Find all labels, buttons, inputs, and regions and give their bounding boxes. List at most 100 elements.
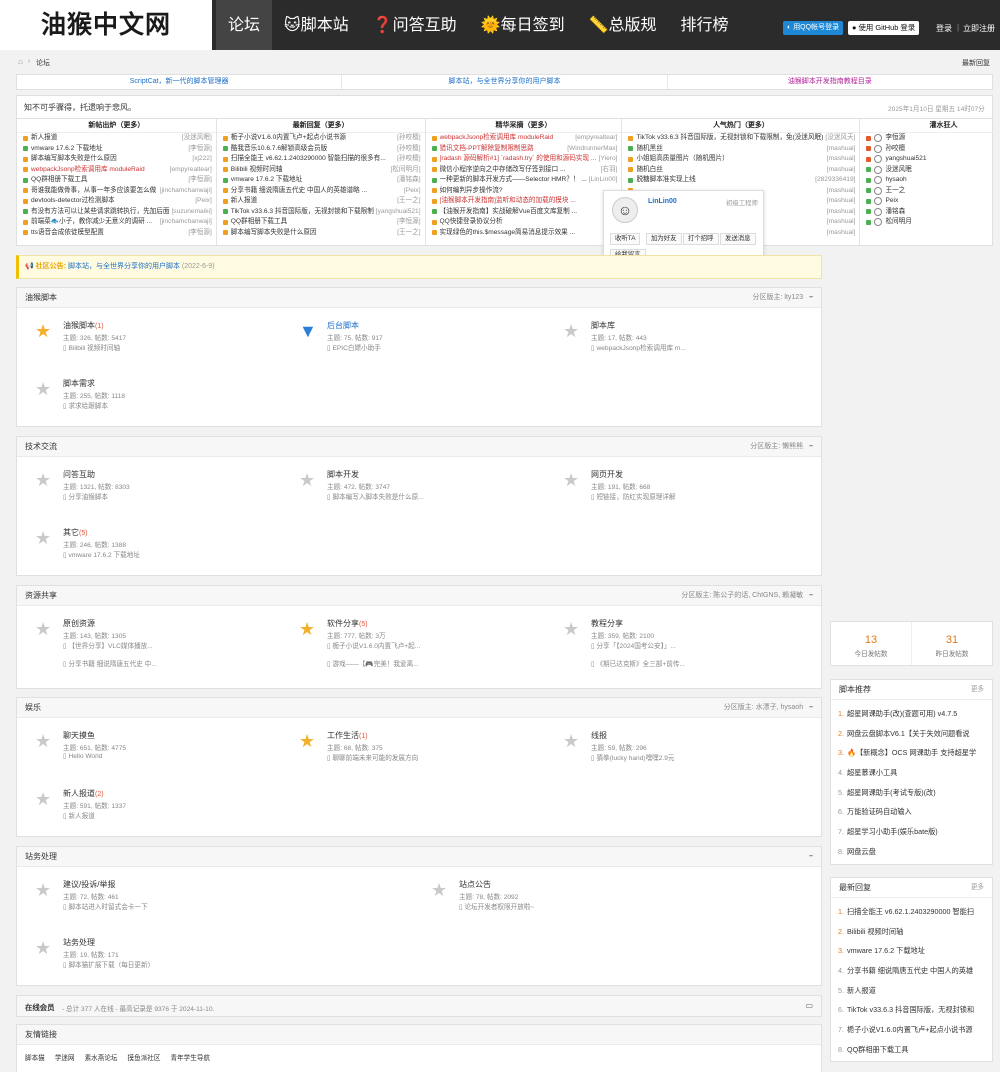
thread-author[interactable]: [empyrealtear] xyxy=(170,165,212,176)
thread-title[interactable]: 实现绿色的this.$message简易消息提示效果 ... xyxy=(440,228,616,239)
thread-row[interactable]: QQ群相册下载工具 [李恒源] xyxy=(17,175,216,186)
thread-author[interactable]: [李恒源] xyxy=(188,144,211,155)
thread-title[interactable]: tts语音会成依徒模型配置 xyxy=(31,228,186,239)
forum-name[interactable]: 建议/投诉/举报 xyxy=(63,879,115,890)
list-item-title[interactable]: 扫描全能王 v6.62.1.2403290000 智能扫 xyxy=(847,902,974,922)
thread-author[interactable]: [王一之] xyxy=(397,228,420,239)
thread-author[interactable]: [李恒源] xyxy=(188,228,211,239)
collapse-icon[interactable]: – xyxy=(809,443,813,450)
forum-name[interactable]: 脚本开发 xyxy=(327,469,359,480)
forum-last-post[interactable]: ▯ Hello World xyxy=(63,752,102,760)
thread-row[interactable]: tts语音会成依徒模型配置 [李恒源] xyxy=(17,228,216,239)
forum-last-post[interactable]: ▯ 栀子小说V1.6.0内置飞卢+起... xyxy=(327,640,420,650)
thread-author[interactable]: [孙咬檀] xyxy=(397,144,420,155)
poster-row[interactable]: yangshuai521[2帖] xyxy=(860,154,1000,165)
thread-title[interactable]: 随机黑丝 xyxy=(636,144,824,155)
list-item-title[interactable]: 万能验证码自动输入 xyxy=(847,802,912,822)
link-script-site[interactable]: 脚本站，与全世界分享你的用户脚本 xyxy=(342,75,668,89)
nav-qa[interactable]: ❓问答互助 xyxy=(361,0,469,50)
thread-row[interactable]: webpackJsonp检索调用库 moduleRaid [empyrealtea… xyxy=(426,133,622,144)
forum-last-post-2[interactable]: ▯ 分享书籍 细说隋唐五代史 中... xyxy=(63,658,157,668)
friend-link[interactable]: 脚本猫 xyxy=(25,1052,45,1062)
thread-author[interactable]: [Peix] xyxy=(404,186,421,197)
poster-name[interactable]: 松间明月 xyxy=(885,217,1000,228)
thread-author[interactable]: [LinLin00] xyxy=(589,175,618,186)
forum-entry[interactable]: ★ 脚本开发 主题: 472, 帖数: 3747 ▯ 脚本编写入脚本失败是什么原... xyxy=(299,469,549,515)
forum-last-post[interactable]: ▯ 脚本猫扩展下载（每日更新） xyxy=(63,959,154,969)
collapse-icon[interactable]: – xyxy=(809,704,813,711)
forum-name[interactable]: 问答互助 xyxy=(63,469,95,480)
thread-row[interactable]: vmware 17.6.2 下载地址 [潘铭森] xyxy=(217,175,425,186)
list-item-title[interactable]: 超星网课助手(考试专版)(改) xyxy=(847,783,936,803)
thread-row[interactable]: 有没有方法可以让某些请求跳转执行，先加后面 [suzunemaiki] xyxy=(17,207,216,218)
notice-link[interactable]: 脚本站，与全世界分享你的用户脚本 xyxy=(68,263,180,270)
poster-name[interactable]: 没迷风眠 xyxy=(885,165,1000,176)
collapse-icon[interactable]: – xyxy=(809,853,813,860)
thread-author[interactable]: [孙咬檀] xyxy=(397,133,420,144)
thread-title[interactable]: 新人报道 xyxy=(31,133,180,144)
thread-title[interactable]: QQ群相册下载工具 xyxy=(31,175,186,186)
forum-name[interactable]: 教程分享 xyxy=(591,618,623,629)
thread-row[interactable]: QQ快捷登录协议分析 xyxy=(426,217,622,228)
forum-name[interactable]: 原创资源 xyxy=(63,618,95,629)
poster-row[interactable]: 王一之[1帖] xyxy=(860,186,1000,197)
thread-author[interactable]: [李恒源] xyxy=(397,217,420,228)
thread-author[interactable]: [mashuai] xyxy=(827,144,856,155)
thread-author[interactable]: [suzunemaiki] xyxy=(171,207,211,218)
add-friend-button[interactable]: 加为好友 xyxy=(646,233,682,245)
collapse-icon[interactable]: – xyxy=(809,592,813,599)
list-item-title[interactable]: vmware 17.6.2 下载地址 xyxy=(847,941,925,961)
thread-author[interactable]: [潘铭森] xyxy=(397,175,420,186)
forum-entry[interactable]: ★ 其它(5) 主题: 246, 帖数: 1388 ▯ vmware 17.6.2 下… xyxy=(35,527,285,573)
poster-row[interactable]: 没迷风眠[1帖] xyxy=(860,165,1000,176)
forum-last-post[interactable]: ▯ 短链接，防红实现原理详解 xyxy=(591,491,676,501)
forum-last-post[interactable]: ▯ 聊聊前端未来可能的发展方向 xyxy=(327,752,418,762)
send-message-button[interactable]: 发送消息 xyxy=(720,233,756,245)
thread-title[interactable]: 扫描全能王 v6.62.1.2403290000 智能扫描的很多有... xyxy=(231,154,395,165)
thread-author[interactable]: [jinchamchanwaji] xyxy=(160,217,212,228)
forum-last-post[interactable]: ▯ 猜拳(lucky hand)嘿嘿2.9元 xyxy=(591,752,675,762)
list-item[interactable]: 3. vmware 17.6.2 下载地址 xyxy=(831,941,992,961)
latest-more-link[interactable]: 更多 xyxy=(971,878,984,897)
thread-row[interactable]: webpackJsonp检索调用库 moduleRaid [empyrealtea… xyxy=(17,165,216,176)
thread-row[interactable]: 前端菜🐟小子，教你减少无意义的调研 ... [jinchamchanwaji] xyxy=(17,217,216,228)
thread-row[interactable]: 扫描全能王 v6.62.1.2403290000 智能扫描的很多有... [孙咬檀… xyxy=(217,154,425,165)
thread-title[interactable]: 哥谁我能做骨事，从事一年多应该要怎么做 xyxy=(31,186,158,197)
thread-row[interactable]: vmware 17.6.2 下载地址 [李恒源] xyxy=(17,144,216,155)
forum-name[interactable]: 聊天摸鱼 xyxy=(63,730,95,741)
recommend-more-link[interactable]: 更多 xyxy=(971,680,984,699)
forum-name[interactable]: 其它(5) xyxy=(63,527,88,538)
nav-forum[interactable]: 论坛 xyxy=(216,0,273,50)
poster-row[interactable]: hysaoh[1帖] xyxy=(860,175,1000,186)
thread-title[interactable]: QQ群相册下载工具 xyxy=(231,217,395,228)
thread-author[interactable]: [mashuai] xyxy=(827,165,856,176)
list-item[interactable]: 2. Bilibili 视频时间轴 xyxy=(831,922,992,942)
forum-name[interactable]: 脚本库 xyxy=(591,320,615,331)
thread-author[interactable]: [jinchamchanwaji] xyxy=(160,186,212,197)
latest-reply-link[interactable]: 最新回复 xyxy=(962,58,990,68)
forum-last-post[interactable]: ▯ 脚本编写入脚本失败是什么原... xyxy=(327,491,424,501)
thread-row[interactable]: 随机白丝 [mashuai] xyxy=(622,165,859,176)
thread-row[interactable]: [radash 源码解析#1] `radash.try` 的使用和源码实现 ..… xyxy=(426,154,622,165)
thread-row[interactable]: 酷我音乐10.6.7.6解锁高级会员版 [孙咬檀] xyxy=(217,144,425,155)
thread-author[interactable]: [mashuai] xyxy=(827,207,856,218)
poster-name[interactable]: Peix xyxy=(885,196,1000,207)
forum-name[interactable]: 网页开发 xyxy=(591,469,623,480)
forum-name[interactable]: 后台脚本 xyxy=(327,320,359,331)
thread-author[interactable]: [mashuai] xyxy=(827,228,856,239)
qq-login-button[interactable]: ◐ 用QQ帐号登录 xyxy=(783,21,844,35)
nav-script-site[interactable]: 🐱脚本站 xyxy=(272,0,361,50)
list-item-title[interactable]: TikTok v33.6.3 抖音国际版，无视封锁和 xyxy=(847,1000,974,1020)
thread-title[interactable]: devtools-detector过检测脚本 xyxy=(31,196,193,207)
thread-author[interactable]: [WindrunnerMax] xyxy=(567,144,617,155)
login-link[interactable]: 登录 xyxy=(936,23,952,34)
thread-author[interactable]: [松间明月] xyxy=(391,165,421,176)
forum-name[interactable]: 软件分享(5) xyxy=(327,618,368,629)
avatar[interactable] xyxy=(874,155,883,163)
thread-row[interactable]: 分享书籍 细说隋唐五代史 中国人的英雄谱略 ... [Peix] xyxy=(217,186,425,197)
greet-button[interactable]: 打个招呼 xyxy=(683,233,719,245)
forum-entry[interactable]: ★ 问答互助 主题: 1321, 帖数: 8303 ▯ 分享油猴脚本 xyxy=(35,469,285,515)
thread-title[interactable]: Bilibili 视频时间轴 xyxy=(231,165,389,176)
list-item[interactable]: 7. 栀子小说V1.6.0内置飞卢+起点小说书源 xyxy=(831,1020,992,1040)
forum-name[interactable]: 新人报道(2) xyxy=(63,788,104,799)
